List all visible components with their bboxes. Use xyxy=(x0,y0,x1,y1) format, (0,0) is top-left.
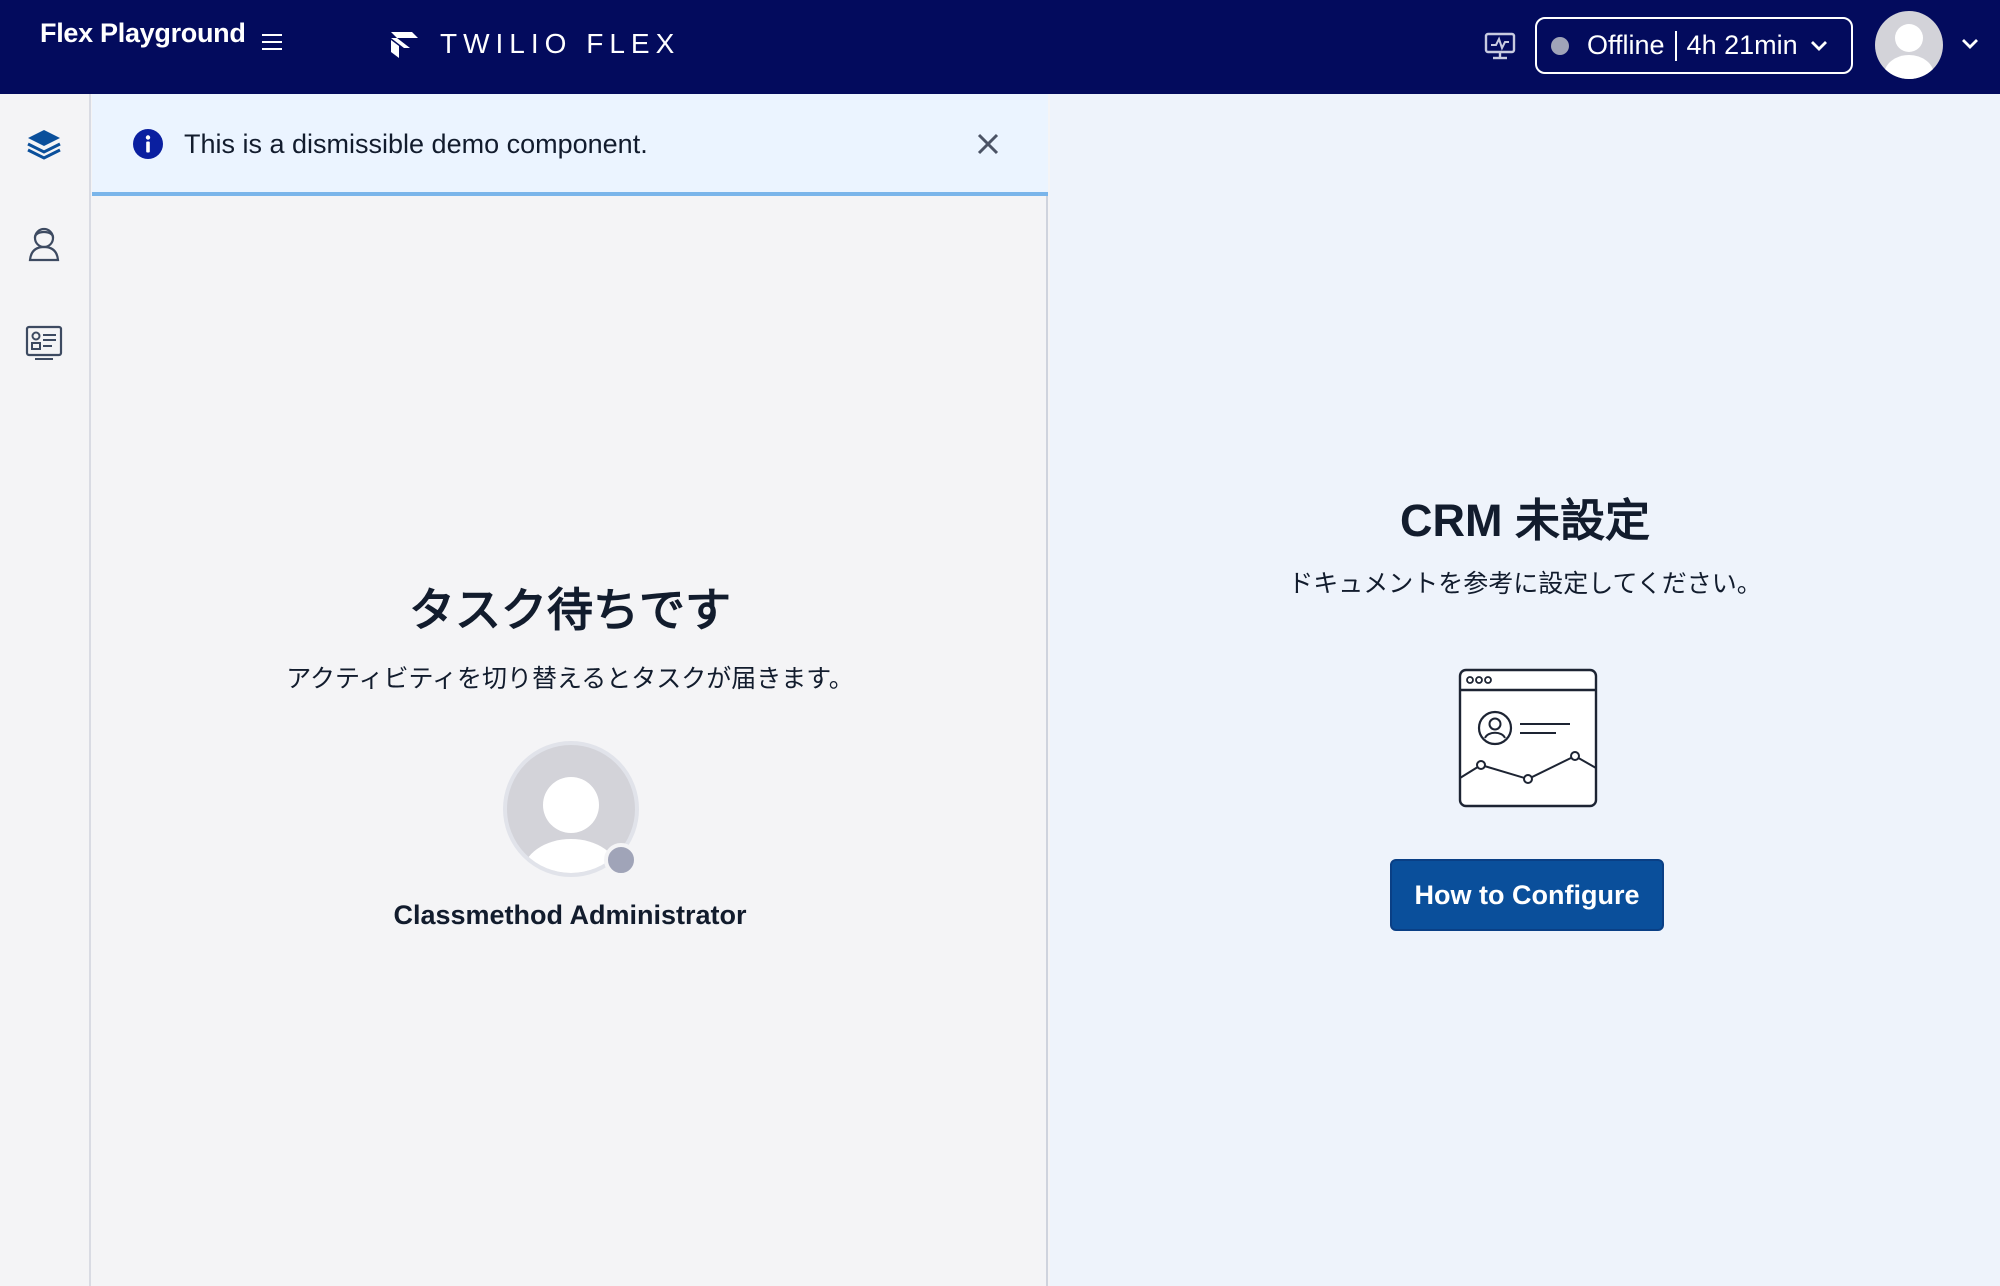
user-silhouette-icon xyxy=(1884,24,1934,79)
crm-title: CRM 未設定 xyxy=(1400,495,1650,546)
hamburger-menu-icon[interactable] xyxy=(262,32,284,52)
brand-name: TWILIO FLEX xyxy=(440,28,681,59)
no-tasks-subtitle: アクティビティを切り替えるとタスクが届きます。 xyxy=(286,665,854,693)
contact-card-icon[interactable] xyxy=(22,320,66,364)
alert-message: This is a dismissible demo component. xyxy=(184,129,648,159)
user-menu-chevron-icon[interactable] xyxy=(1961,38,1979,50)
agent-name: Classmethod Administrator xyxy=(393,900,747,930)
layers-icon[interactable] xyxy=(22,124,66,168)
chevron-down-icon xyxy=(1810,40,1827,51)
how-to-configure-button[interactable]: How to Configure xyxy=(1390,859,1664,931)
crm-dashboard-illustration-icon xyxy=(1458,668,1598,808)
activity-selector[interactable]: Offline 4h 21min xyxy=(1535,17,1853,74)
dismissible-alert: This is a dismissible demo component. xyxy=(92,94,1048,196)
side-navigation xyxy=(0,94,91,1286)
agent-status-dot-icon xyxy=(604,843,638,877)
task-list-pane: This is a dismissible demo component. タス… xyxy=(92,94,1048,1286)
crm-pane: CRM 未設定 ドキュメントを参考に設定してください。 How to Confi… xyxy=(1050,94,2000,1286)
agent-icon[interactable] xyxy=(22,222,66,266)
top-bar: Flex Playground TWILIO FLEX Offline 4h 2… xyxy=(0,0,2000,94)
activity-duration: 4h 21min xyxy=(1686,30,1798,60)
activity-status: Offline xyxy=(1587,30,1665,60)
user-avatar[interactable] xyxy=(1875,11,1943,79)
info-icon xyxy=(133,129,163,159)
monitor-icon[interactable] xyxy=(1483,30,1517,62)
crm-subtitle: ドキュメントを参考に設定してください。 xyxy=(1288,570,1762,598)
twilio-flex-logo-icon xyxy=(391,32,418,58)
offline-status-dot-icon xyxy=(1551,36,1569,55)
close-icon[interactable] xyxy=(976,132,1000,156)
activity-divider xyxy=(1674,30,1677,61)
no-tasks-title: タスク待ちです xyxy=(409,584,731,636)
app-name: Flex Playground xyxy=(40,18,246,48)
